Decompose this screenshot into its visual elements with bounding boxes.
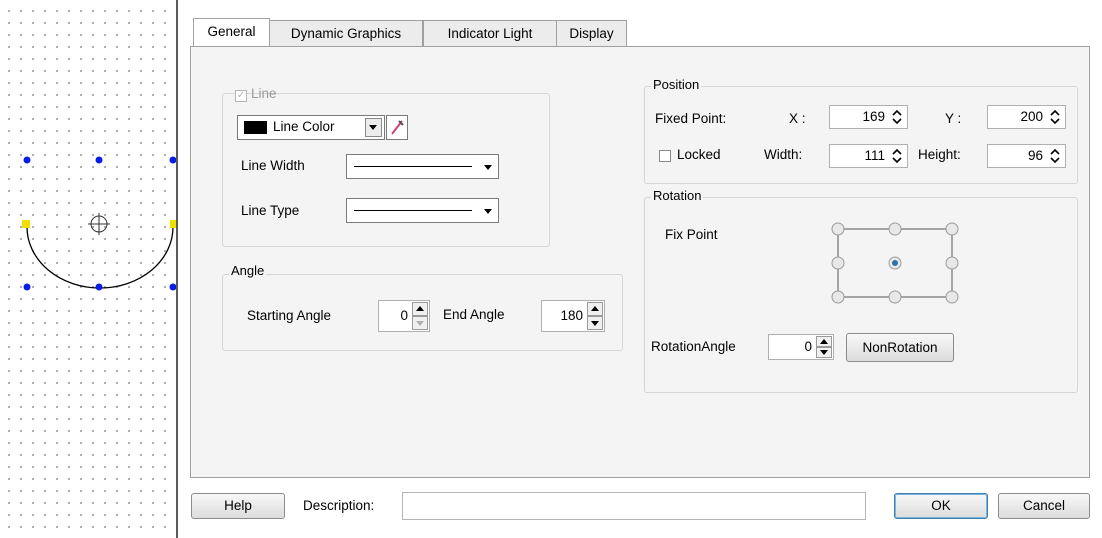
line-color-label: Line Color	[273, 119, 335, 134]
position-group-title: Position	[651, 77, 702, 92]
help-button[interactable]: Help	[191, 493, 285, 519]
fix-point-radio[interactable]	[945, 290, 959, 304]
tab-indicator-light[interactable]: Indicator Light	[423, 20, 557, 46]
spin-up-down-icon[interactable]	[1050, 109, 1060, 125]
properties-dialog: General Dynamic Graphics Indicator Light…	[180, 0, 1102, 538]
tab-general[interactable]: General	[193, 18, 270, 46]
y-label: Y :	[945, 111, 962, 126]
y-spinbox[interactable]: 200	[987, 105, 1066, 129]
spin-down-button[interactable]	[587, 316, 603, 330]
resize-handle[interactable]	[23, 156, 31, 164]
description-input[interactable]	[402, 492, 866, 520]
fix-point-radio[interactable]	[831, 290, 845, 304]
spin-down-button[interactable]	[412, 316, 428, 330]
spin-up-button[interactable]	[587, 302, 603, 316]
fix-point-radio[interactable]	[945, 256, 959, 270]
dropdown-arrow-icon	[484, 209, 492, 214]
fix-point-selector[interactable]	[823, 217, 963, 307]
fix-point-radio[interactable]	[888, 290, 902, 304]
spin-up-button[interactable]	[816, 336, 832, 347]
width-spinbox[interactable]: 111	[829, 144, 908, 168]
end-angle-label: End Angle	[443, 307, 505, 322]
line-type-select[interactable]	[346, 198, 499, 223]
starting-angle-label: Starting Angle	[247, 308, 332, 323]
spin-up-down-icon[interactable]	[1050, 148, 1060, 164]
arc-endpoint-handle[interactable]	[22, 220, 30, 228]
arc-shape[interactable]	[26, 226, 174, 289]
fix-point-radio[interactable]	[831, 256, 845, 270]
drawing-canvas[interactable]	[0, 0, 176, 538]
line-type-label: Line Type	[241, 203, 300, 218]
end-angle-spinbox[interactable]: 180	[541, 300, 605, 332]
chevron-down-icon[interactable]	[365, 118, 382, 137]
rotation-angle-spinbox[interactable]: 0	[768, 334, 834, 360]
height-spinbox[interactable]: 96	[987, 144, 1066, 168]
line-type-preview	[354, 210, 472, 211]
fix-point-radio[interactable]	[831, 222, 845, 236]
x-spinbox[interactable]: 169	[829, 105, 908, 129]
ok-button[interactable]: OK	[894, 493, 988, 519]
line-checkbox-label: Line	[251, 86, 277, 101]
rotation-group-title: Rotation	[651, 188, 704, 203]
line-color-swatch	[244, 121, 267, 134]
position-group	[644, 86, 1078, 184]
non-rotation-button[interactable]: NonRotation	[846, 333, 954, 362]
fix-point-radio[interactable]	[888, 222, 902, 236]
fixed-point-label: Fixed Point:	[655, 111, 727, 126]
fix-point-label: Fix Point	[665, 227, 718, 242]
spin-up-down-icon[interactable]	[892, 109, 902, 125]
locked-checkbox[interactable]	[659, 150, 671, 162]
spin-up-down-icon[interactable]	[892, 148, 902, 164]
resize-handle[interactable]	[95, 156, 103, 164]
starting-angle-spinbox[interactable]: 0	[378, 300, 430, 332]
angle-group-title: Angle	[229, 263, 267, 278]
cancel-button[interactable]: Cancel	[998, 493, 1090, 519]
eyedropper-icon[interactable]	[386, 115, 408, 140]
spin-up-button[interactable]	[412, 302, 428, 316]
general-tab-panel: ✓ Line Line Color Line Width Line Type A…	[190, 46, 1090, 478]
resize-handle[interactable]	[23, 283, 31, 291]
tab-display[interactable]: Display	[556, 20, 627, 46]
line-color-select[interactable]: Line Color	[237, 115, 385, 140]
line-checkbox[interactable]: ✓	[235, 90, 247, 102]
dropdown-arrow-icon	[484, 165, 492, 170]
height-label: Height:	[918, 147, 961, 162]
spin-down-button[interactable]	[816, 347, 832, 358]
x-label: X :	[789, 111, 806, 126]
tab-dynamic-graphics[interactable]: Dynamic Graphics	[269, 20, 423, 46]
canvas-divider	[176, 0, 178, 538]
line-width-label: Line Width	[241, 158, 305, 173]
line-width-select[interactable]	[346, 154, 499, 179]
locked-label: Locked	[677, 147, 721, 162]
width-label: Width:	[764, 147, 803, 162]
line-width-preview	[354, 166, 472, 167]
rotation-angle-label: RotationAngle	[651, 339, 736, 354]
fix-point-radio[interactable]	[945, 222, 959, 236]
description-label: Description:	[303, 498, 375, 513]
arc-shape-preview[interactable]	[0, 0, 176, 538]
resize-handle[interactable]	[95, 283, 103, 291]
